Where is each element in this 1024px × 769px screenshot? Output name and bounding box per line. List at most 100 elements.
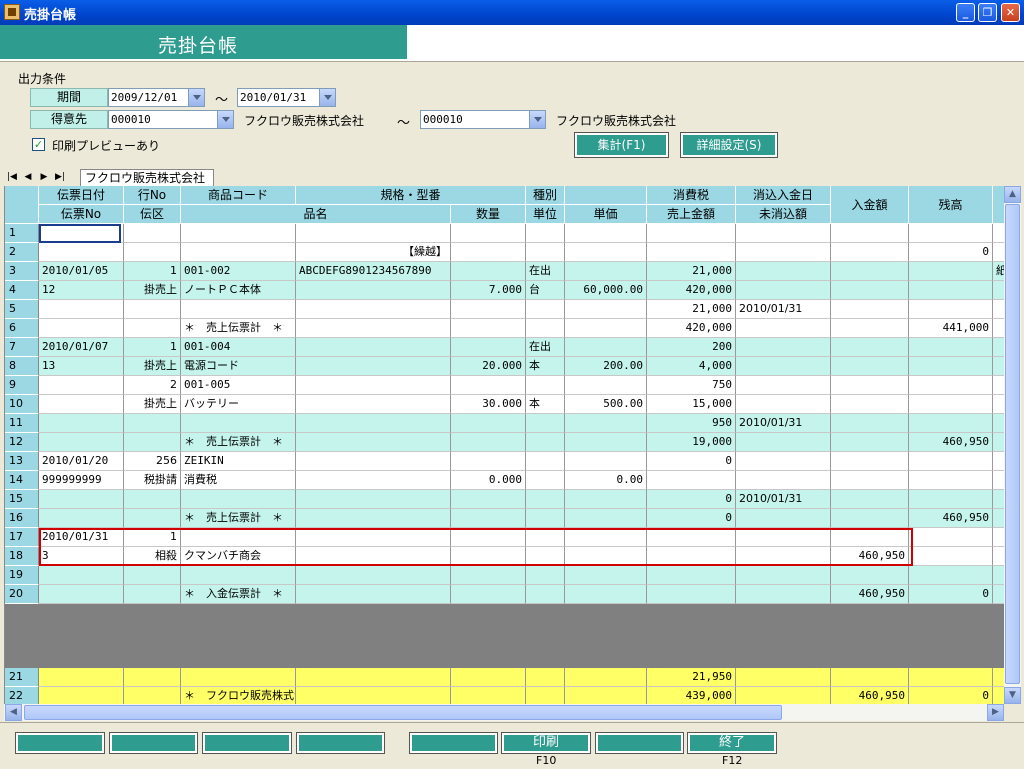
table-row-cell [831,471,909,490]
row-number: 22 [5,687,39,704]
last-tab-icon[interactable]: ▶| [54,171,66,184]
tab-customer-sheet[interactable]: フクロウ販売株式会社 [80,169,215,187]
function-button-5[interactable] [409,732,498,754]
table-row-cell [39,509,124,528]
total-row-cell [451,668,526,687]
table-row-cell [296,414,451,433]
chevron-down-icon[interactable] [319,89,335,106]
table-row-cell: 0.00 [565,471,647,490]
function-button-7[interactable] [595,732,684,754]
table-row-cell [124,490,181,509]
detail-settings-button[interactable]: 詳細設定(S) [680,132,778,158]
horizontal-scroll-thumb[interactable] [24,705,782,720]
aggregate-button[interactable]: 集計(F1) [574,132,669,158]
table-row-cell [124,509,181,528]
table-row-cell: 0 [647,490,736,509]
table-row-cell: 2010/01/31 [736,490,831,509]
window-title-bar [0,0,1024,25]
table-row-cell [909,471,993,490]
chevron-down-icon[interactable] [217,111,233,128]
table-row-cell [565,509,647,528]
table-row-cell [296,300,451,319]
table-row-cell [451,243,526,262]
table-row-cell: ＊ 売上伝票計 ＊ [181,509,296,528]
table-row-cell [736,224,831,243]
row-number: 5 [5,300,39,319]
table-row-cell: 441,000 [909,319,993,338]
period-to-combo[interactable]: 2010/01/31 [237,88,336,107]
table-row-cell: 999999999 [39,471,124,490]
grid-header-7: 消費税 [647,186,736,205]
chevron-down-icon[interactable] [188,89,204,106]
row-number: 7 [5,338,39,357]
next-tab-icon[interactable]: ▶ [38,171,50,184]
table-row-cell: 消費税 [181,471,296,490]
scroll-left-icon[interactable]: ◀ [5,704,22,721]
function-button-2[interactable] [109,732,198,754]
table-row-cell: 13 [39,357,124,376]
table-row-cell [296,433,451,452]
table-row-cell: 460,950 [909,509,993,528]
exit-button[interactable]: 終了 [687,732,777,754]
restore-icon[interactable]: ❐ [978,3,997,22]
minimize-icon[interactable]: _ [956,3,975,22]
function-button-3[interactable] [202,732,292,754]
row-number: 3 [5,262,39,281]
table-row-cell [909,357,993,376]
table-row-cell: 掛売上 [124,281,181,300]
table-row-cell [526,433,565,452]
grid-subheader-5: 単位 [526,205,565,224]
table-row-cell [526,376,565,395]
table-row-cell [124,319,181,338]
grid-subheader-6: 単価 [565,205,647,224]
close-icon[interactable]: ✕ [1001,3,1020,22]
customer-from-combo[interactable]: 000010 [108,110,234,129]
preview-checkbox[interactable]: ✓ [32,138,45,151]
table-row-cell [909,262,993,281]
table-row-cell [736,433,831,452]
table-row-cell: 2010/01/20 [39,452,124,471]
table-row-cell: 税掛請 [124,471,181,490]
total-row-cell [736,687,831,704]
chevron-down-icon[interactable] [529,111,545,128]
scroll-right-icon[interactable]: ▶ [987,704,1004,721]
function-button-4[interactable] [296,732,385,754]
scroll-down-icon[interactable]: ▼ [1004,687,1021,704]
table-row-cell [181,243,296,262]
table-row-cell [451,224,526,243]
table-row-cell [909,300,993,319]
empty-area [5,604,1005,668]
prev-tab-icon[interactable]: ◀ [22,171,34,184]
table-row-cell [831,490,909,509]
table-row-cell [39,433,124,452]
table-row-cell [526,566,565,585]
table-row-cell [296,585,451,604]
table-row-cell [124,300,181,319]
vertical-scroll-thumb[interactable] [1005,204,1020,684]
customer-to-combo[interactable]: 000010 [420,110,546,129]
table-row-cell [647,566,736,585]
current-cell[interactable] [39,224,121,243]
function-button-1[interactable] [15,732,105,754]
table-row-cell: 【繰越】 [296,243,451,262]
table-row-cell: 256 [124,452,181,471]
row-number: 11 [5,414,39,433]
table-row-cell [909,490,993,509]
table-row-cell [39,490,124,509]
first-tab-icon[interactable]: |◀ [6,171,18,184]
table-row-cell [909,452,993,471]
scroll-up-icon[interactable]: ▲ [1004,186,1021,203]
customer-to-code: 000010 [423,113,463,126]
table-row-cell [831,357,909,376]
print-button[interactable]: 印刷 [501,732,591,754]
table-row-cell [736,338,831,357]
table-row-cell: 2 [124,376,181,395]
table-row-cell [565,338,647,357]
table-row-cell [296,224,451,243]
table-row-cell [831,376,909,395]
table-row-cell [451,319,526,338]
period-from-combo[interactable]: 2009/12/01 [108,88,205,107]
total-row-cell: 460,950 [831,687,909,704]
table-row-cell [909,376,993,395]
preview-label: 印刷プレビューあり [52,139,161,153]
